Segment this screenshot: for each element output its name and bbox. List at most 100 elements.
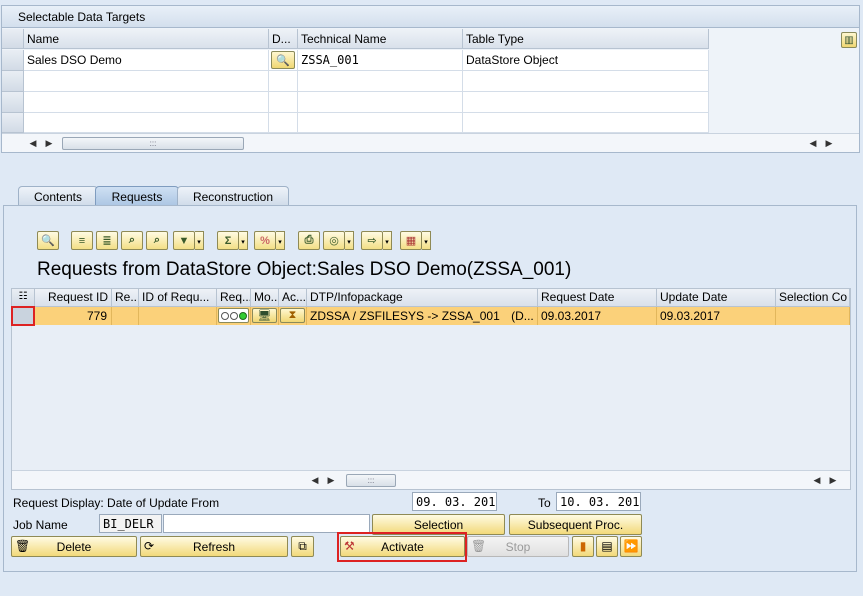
sort-ascending-icon[interactable]: ≡ (71, 231, 93, 250)
monitor-icon[interactable]: 🖥 (252, 308, 277, 323)
filter-icon[interactable]: ▼ (173, 231, 195, 250)
col-header-selection-conditions[interactable]: Selection Co (776, 289, 850, 307)
col-header-table-type[interactable]: Table Type (463, 29, 709, 49)
views-icon[interactable]: ◎ (323, 231, 345, 250)
cell-table-type[interactable]: DataStore Object (463, 50, 709, 71)
subtotal-icon[interactable]: % (254, 231, 276, 250)
tab-reconstruction[interactable]: Reconstruction (177, 186, 289, 206)
row-selector[interactable] (2, 113, 24, 133)
job-name-field[interactable] (163, 514, 370, 533)
date-to-label: To (538, 496, 551, 510)
select-all-corner[interactable] (2, 29, 24, 49)
col-header-mo[interactable]: Mo... (251, 289, 279, 307)
empty-cell[interactable] (269, 113, 298, 133)
row-selector-highlighted[interactable] (11, 306, 35, 326)
empty-cell[interactable] (24, 71, 269, 92)
scroll-left-icon[interactable]: ◀ (812, 475, 822, 486)
date-to-field[interactable]: 10. 03. 2017 (556, 492, 641, 511)
row-selector[interactable] (2, 71, 24, 92)
scroll-thumb[interactable]: ::: (346, 474, 396, 487)
col-header-technical-name[interactable]: Technical Name (298, 29, 463, 49)
cell-update-date[interactable]: 09.03.2017 (657, 307, 776, 325)
tab-requests[interactable]: Requests (95, 186, 179, 207)
col-header-request-date[interactable]: Request Date (538, 289, 657, 307)
filter-dropdown-icon[interactable]: ▾ (195, 231, 204, 250)
log-button[interactable]: ▤ (596, 536, 618, 557)
empty-cell[interactable] (298, 113, 463, 133)
row-selector[interactable] (2, 92, 24, 113)
sum-icon[interactable]: Σ (217, 231, 239, 250)
find-next-icon[interactable]: ⌕ (146, 231, 168, 250)
dtp-suffix: (D... (511, 309, 534, 323)
scroll-right-icon[interactable]: ▶ (44, 138, 54, 149)
empty-cell[interactable] (463, 92, 709, 113)
tab-contents[interactable]: Contents (18, 186, 98, 206)
cell-selection-conditions[interactable] (776, 307, 850, 325)
layout-dropdown-icon[interactable]: ▾ (422, 231, 431, 250)
cell-monitor[interactable]: 🖥 (251, 307, 279, 325)
layout-settings-icon[interactable]: ▥ (841, 32, 857, 48)
scroll-right-icon[interactable]: ▶ (828, 475, 838, 486)
col-header-name[interactable]: Name (24, 29, 269, 49)
col-header-re[interactable]: Re... (112, 289, 139, 307)
stop-button[interactable]: 🗑 Stop (467, 536, 569, 557)
copy-window-button[interactable]: ⧉ (291, 536, 314, 557)
views-dropdown-icon[interactable]: ▾ (345, 231, 354, 250)
cell-dtp[interactable]: ZDSSA / ZSFILESYS -> ZSSA_001 (D... (307, 307, 538, 325)
scroll-right-icon[interactable]: ▶ (326, 475, 336, 486)
traffic-light-green-icon[interactable] (218, 308, 249, 323)
scroll-thumb[interactable]: ::: (62, 137, 244, 150)
grid-settings-icon[interactable]: ☷ (12, 289, 35, 307)
cell-technical-name[interactable]: ZSSA_001 (298, 50, 463, 71)
col-header-req[interactable]: Req... (217, 289, 251, 307)
empty-cell[interactable] (298, 71, 463, 92)
cell-request-date[interactable]: 09.03.2017 (538, 307, 657, 325)
statistics-button[interactable]: ▮ (572, 536, 594, 557)
delete-button[interactable]: 🗑 Delete (11, 536, 137, 557)
scroll-left-icon[interactable]: ◀ (310, 475, 320, 486)
export-icon[interactable]: ⇨ (361, 231, 383, 250)
horizontal-scrollbar[interactable]: ◀ ▶ ::: ◀ ▶ (2, 133, 859, 152)
empty-cell[interactable] (463, 113, 709, 133)
empty-cell[interactable] (24, 113, 269, 133)
col-header-dtp[interactable]: DTP/Infopackage (307, 289, 538, 307)
subtotal-dropdown-icon[interactable]: ▾ (276, 231, 285, 250)
details-magnifier-icon[interactable]: 🔍 (37, 231, 59, 250)
cell-id-of-request[interactable] (139, 307, 217, 325)
sort-descending-icon[interactable]: ≣ (96, 231, 118, 250)
activate-button[interactable]: ⚒ Activate (340, 536, 465, 557)
cell-re[interactable] (112, 307, 139, 325)
find-icon[interactable]: ⌕ (121, 231, 143, 250)
empty-cell[interactable] (298, 92, 463, 113)
empty-cell[interactable] (269, 92, 298, 113)
activate-label: Activate (381, 540, 424, 554)
cell-request-id[interactable]: 779 (35, 307, 112, 325)
refresh-button[interactable]: ⟳ Refresh (140, 536, 288, 557)
export-dropdown-icon[interactable]: ▾ (383, 231, 392, 250)
next-button[interactable]: ⏩ (620, 536, 642, 557)
row-selector[interactable] (2, 50, 24, 71)
col-header-id-of-request[interactable]: ID of Requ... (139, 289, 217, 307)
date-from-field[interactable]: 09. 03. 2017 (412, 492, 497, 511)
activation-status-icon[interactable]: ⧗ (280, 308, 305, 323)
cell-activation[interactable]: ⧗ (279, 307, 307, 325)
sum-dropdown-icon[interactable]: ▾ (239, 231, 248, 250)
scroll-left-icon[interactable]: ◀ (28, 138, 38, 149)
col-header-ac[interactable]: Ac... (279, 289, 307, 307)
layout-icon[interactable]: ▦ (400, 231, 422, 250)
col-header-d[interactable]: D... (269, 29, 298, 49)
scroll-left-icon[interactable]: ◀ (808, 138, 818, 149)
cell-name[interactable]: Sales DSO Demo (24, 50, 269, 71)
empty-cell[interactable] (24, 92, 269, 113)
print-icon[interactable]: ⎙ (298, 231, 320, 250)
scroll-right-icon[interactable]: ▶ (824, 138, 834, 149)
cell-display-button[interactable]: 🔍 (269, 50, 298, 71)
magnifier-icon[interactable]: 🔍 (271, 51, 295, 69)
subsequent-processing-button[interactable]: Subsequent Proc. (509, 514, 642, 535)
col-header-request-id[interactable]: Request ID (35, 289, 112, 307)
empty-cell[interactable] (463, 71, 709, 92)
empty-cell[interactable] (269, 71, 298, 92)
requests-horizontal-scrollbar[interactable]: ◀ ▶ ::: ◀ ▶ (12, 470, 850, 489)
col-header-update-date[interactable]: Update Date (657, 289, 776, 307)
cell-request-status[interactable] (217, 307, 251, 325)
